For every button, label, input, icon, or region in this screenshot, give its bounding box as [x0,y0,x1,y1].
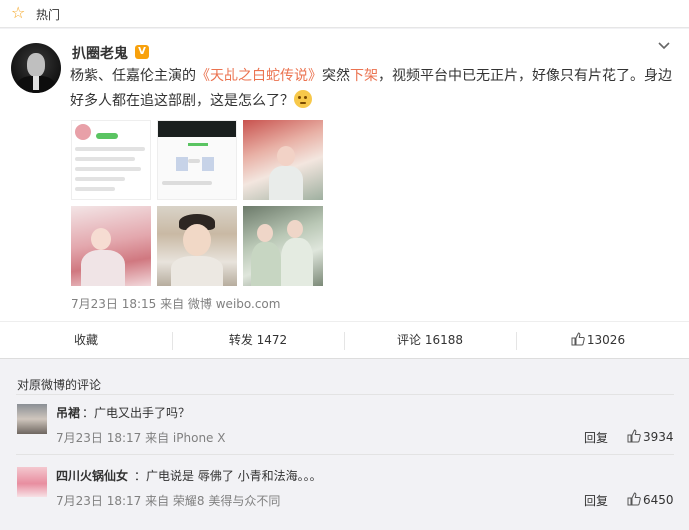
commenter-avatar[interactable] [17,467,47,497]
keyword-link[interactable]: 下架 [350,68,378,84]
comment-like-button[interactable]: 6450 [627,492,674,507]
comment-text: ：广电说是 辱佛了 小青和法海。。。 [134,469,322,483]
thumbs-up-icon [627,492,641,506]
thinking-emoji-icon [294,90,312,108]
commenter-name[interactable]: 吊裙 [56,404,80,421]
section-title: 热门 [36,8,61,22]
comment-like-button[interactable]: 3934 [627,429,674,444]
chevron-down-icon[interactable] [657,39,671,53]
reply-button[interactable]: 回复 [584,492,608,509]
verified-badge-icon: V [135,45,149,59]
comment-meta: 7月23日 18:17 来自 iPhone X [56,431,226,445]
thumbs-up-icon [571,332,585,346]
post-username[interactable]: 扒圈老鬼 [72,43,128,63]
post-image-4[interactable] [71,206,151,286]
avatar[interactable] [11,43,61,93]
post-image-6[interactable] [243,206,323,286]
comments-title: 对原微博的评论 [17,378,102,392]
star-outline-icon: ☆ [11,3,26,22]
comment-text: ：广电又出手了吗？ [82,406,191,420]
post-action-bar: 收藏 转发 1472 评论 16188 13026 [0,321,689,358]
post-image-2[interactable] [157,120,237,200]
favorite-button[interactable]: 收藏 [0,322,172,358]
post-image-1[interactable] [71,120,151,200]
commenter-name[interactable]: 四川火锅仙女 [56,467,128,484]
topic-link[interactable]: 《天乩之白蛇传说》 [196,68,322,84]
repost-button[interactable]: 转发 1472 [172,322,344,358]
reply-button[interactable]: 回复 [584,429,608,446]
post-timestamp: 7月23日 18:15 来自 微博 weibo.com [71,297,281,311]
like-button[interactable]: 13026 [516,322,680,358]
comment-button[interactable]: 评论 16188 [344,322,516,358]
post-image-5[interactable] [157,206,237,286]
top-bar: ☆ 热门 [0,0,689,28]
comment-like-count: 3934 [643,430,674,444]
comment-meta: 7月23日 18:17 来自 荣耀8 美得与众不同 [56,494,281,508]
post-text: 杨紫、任嘉伦主演的《天乩之白蛇传说》突然下架，视频平台中已无正片，好像只有片花了… [70,68,672,109]
comment-like-count: 6450 [643,493,674,507]
commenter-avatar[interactable] [17,404,47,434]
comments-section: 对原微博的评论 吊裙 ：广电又出手了吗？ 7月23日 18:17 来自 iPho… [0,362,689,530]
like-count: 13026 [586,333,626,347]
post-image-3[interactable] [243,120,323,200]
thumbs-up-icon [627,429,641,443]
post-card: 扒圈老鬼 V 杨紫、任嘉伦主演的《天乩之白蛇传说》突然下架，视频平台中已无正片，… [0,29,689,359]
